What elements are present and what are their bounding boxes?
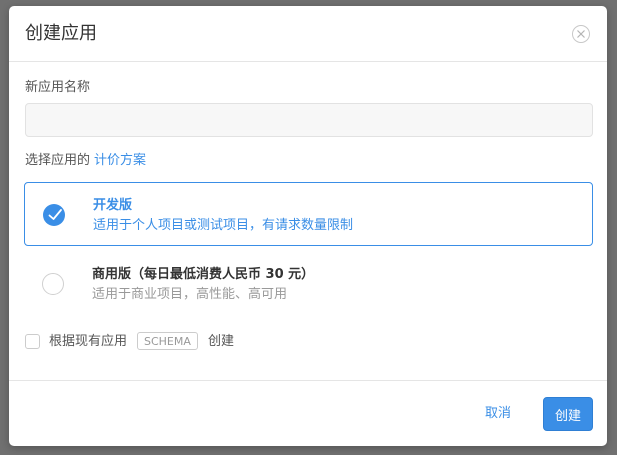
schema-option-text: 根据现有应用 — [49, 334, 128, 349]
plan-option-dev[interactable]: 开发版 适用于个人项目或测试项目，有请求数量限制 — [24, 182, 593, 246]
plan-section-label: 选择应用的 计价方案 — [25, 152, 146, 170]
cancel-button[interactable]: 取消 — [485, 405, 511, 423]
plan-section-text: 选择应用的 — [25, 153, 91, 168]
plan-business-radio[interactable] — [42, 273, 64, 295]
dialog-footer: 取消 创建 — [9, 380, 607, 446]
plan-dev-radio[interactable] — [43, 204, 65, 226]
plan-business-name: 商用版（每日最低消费人民币 30 元） — [92, 267, 315, 282]
schema-option-suffix: 创建 — [208, 334, 235, 349]
pricing-plan-link[interactable]: 计价方案 — [94, 153, 146, 168]
plan-dev-name: 开发版 — [93, 198, 133, 213]
checkmark-icon — [48, 209, 62, 220]
close-button[interactable] — [572, 25, 590, 43]
dialog-header: 创建应用 — [9, 6, 607, 62]
app-name-input[interactable] — [25, 103, 593, 137]
schema-tag: SCHEMA — [137, 332, 198, 350]
plan-business-description: 适用于商业项目，高性能、高可用 — [92, 287, 288, 302]
plan-dev-description: 适用于个人项目或测试项目，有请求数量限制 — [93, 218, 354, 233]
dialog-title: 创建应用 — [25, 23, 97, 44]
plan-option-business[interactable]: 商用版（每日最低消费人民币 30 元） 适用于商业项目，高性能、高可用 — [24, 252, 593, 316]
create-button[interactable]: 创建 — [543, 397, 593, 431]
schema-checkbox[interactable] — [25, 334, 40, 349]
close-icon — [577, 30, 585, 38]
app-name-label: 新应用名称 — [25, 80, 91, 95]
create-app-dialog: 创建应用 新应用名称 选择应用的 计价方案 开发版 适用于个人项目或测试项目，有请… — [9, 6, 607, 446]
